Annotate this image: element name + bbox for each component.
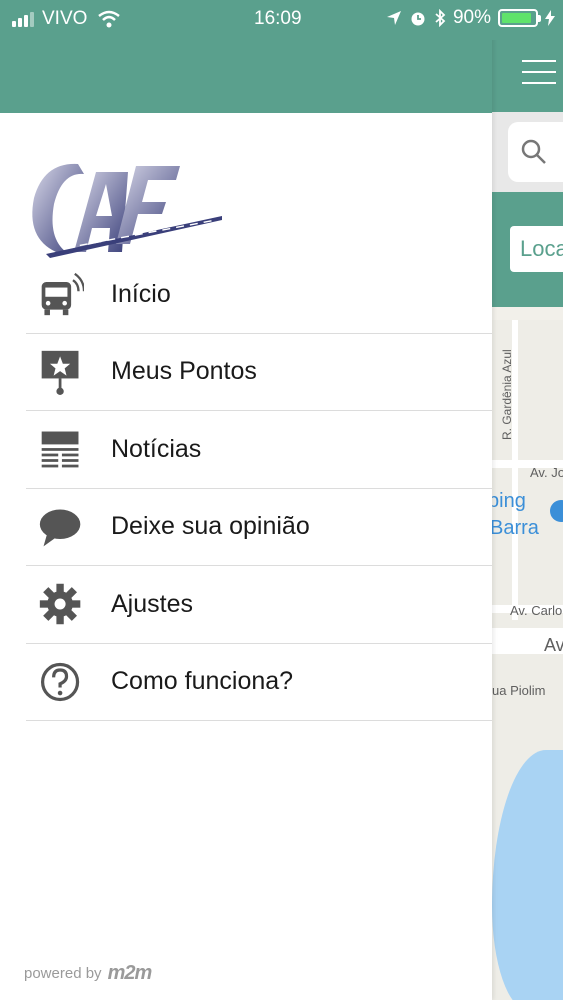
map-label-piolim: ua Piolim <box>492 683 546 698</box>
menu-item-ajustes[interactable]: Ajustes <box>26 566 492 644</box>
charging-icon <box>545 10 555 26</box>
clock-time: 16:09 <box>254 8 302 29</box>
powered-by-footer: powered by m2m <box>24 962 153 985</box>
menu-item-inicio[interactable]: Início <box>26 256 492 334</box>
background-search-box[interactable] <box>508 122 563 182</box>
map-label-street: R. Gardênia Azul <box>500 349 514 440</box>
background-map-screen: Loca R. Gardênia Azul Av. Jo ping Barra … <box>492 0 563 1000</box>
newspaper-icon <box>38 424 84 474</box>
map-label-barra: Barra <box>492 517 539 539</box>
wifi-icon <box>98 10 121 28</box>
menu-item-opiniao[interactable]: Deixe sua opinião <box>26 489 492 566</box>
map-label-av-carlo: Av. Carlo <box>510 603 563 618</box>
bluetooth-icon <box>435 9 446 27</box>
menu-item-como-funciona[interactable]: Como funciona? <box>26 644 492 721</box>
menu-label-meus-pontos: Meus Pontos <box>111 357 257 386</box>
drawer-header <box>0 40 492 113</box>
signal-icon <box>12 11 36 27</box>
battery-percent: 90% <box>452 7 491 28</box>
navigation-drawer: Início Meus Pontos Notícias Deixe sua op… <box>0 0 492 1000</box>
star-sign-icon <box>38 347 84 397</box>
m2m-logo: m2m <box>107 962 153 984</box>
powered-by-text: powered by <box>24 965 102 982</box>
map-label-shopping: ping <box>492 490 526 512</box>
map-lake <box>492 750 563 1000</box>
menu-label-ajustes: Ajustes <box>111 589 193 618</box>
speech-bubble-icon <box>38 502 84 552</box>
drawer-menu: Início Meus Pontos Notícias Deixe sua op… <box>26 256 492 721</box>
map-label-av-jo: Av. Jo <box>530 465 563 480</box>
menu-label-opiniao: Deixe sua opinião <box>111 512 310 541</box>
menu-label-inicio: Início <box>111 279 171 308</box>
menu-label-noticias: Notícias <box>111 434 202 463</box>
hamburger-menu-icon[interactable] <box>522 60 556 93</box>
caf-logo <box>32 163 222 258</box>
status-bar: VIVO 16:09 90% <box>0 0 563 40</box>
alarm-icon <box>411 12 425 26</box>
map-view[interactable]: R. Gardênia Azul Av. Jo ping Barra Av. C… <box>492 320 563 1000</box>
battery-icon <box>498 9 541 27</box>
question-icon <box>38 657 84 707</box>
search-icon <box>521 139 546 164</box>
location-button[interactable]: Loca <box>510 226 563 272</box>
menu-item-meus-pontos[interactable]: Meus Pontos <box>26 334 492 411</box>
map-pin-icon[interactable] <box>550 500 563 522</box>
carrier-name: VIVO <box>42 8 88 29</box>
menu-label-como-funciona: Como funciona? <box>111 667 294 696</box>
bus-icon <box>38 269 84 319</box>
location-arrow-icon <box>386 11 401 25</box>
menu-item-noticias[interactable]: Notícias <box>26 411 492 489</box>
gear-icon <box>38 579 84 629</box>
map-label-av: Av <box>544 635 563 655</box>
